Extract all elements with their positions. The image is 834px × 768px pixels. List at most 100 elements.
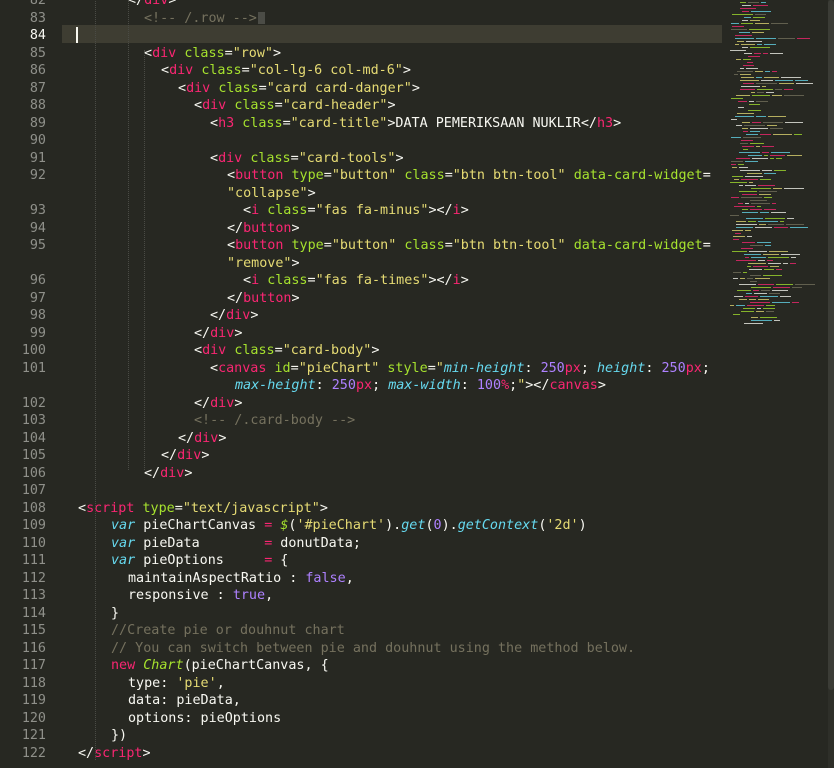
code-line[interactable]: <i class="fas fa-times"></i> [243,272,469,290]
code-line[interactable]: <script type="text/javascript"> [78,500,328,518]
minimap-stroke [764,77,779,78]
minimap-stroke [757,89,773,90]
code-line[interactable]: </div> [194,325,242,343]
code-line[interactable]: <div class="card card-danger"> [178,80,420,98]
code-line[interactable]: <i class="fas fa-minus"></i> [243,202,469,220]
code-line[interactable]: } [111,605,119,623]
minimap-stroke [757,242,771,243]
minimap-stroke [736,260,756,261]
code-line[interactable]: "remove"> [227,255,300,273]
minimap-stroke [745,176,763,177]
code-line[interactable]: <div class="card-header"> [194,97,396,115]
code-line[interactable]: </div> [194,395,242,413]
minimap-stroke [759,224,766,225]
minimap-stroke [732,14,753,15]
minimap-stroke [748,155,762,156]
minimap-stroke [733,236,745,237]
code-token: canvas [218,360,267,376]
code-token: max-width [388,378,461,393]
code-line[interactable]: responsive : true, [128,587,273,605]
code-token: h3 [596,115,614,131]
code-line[interactable]: var pieChartCanvas = $('#pieChart').get(… [111,517,587,535]
code-line[interactable]: </button> [227,220,300,238]
code-line[interactable]: max-height: 250px; max-width: 100%;"></c… [235,377,606,395]
code-token: > [273,45,282,61]
minimap-stroke [772,290,788,291]
code-token: > [291,220,300,236]
minimap-stroke [732,230,743,231]
code-token: = [702,168,711,183]
minimap-stroke [739,191,757,192]
code-line[interactable]: var pieOptions = { [111,552,288,570]
scrollbar-thumb[interactable] [828,0,834,690]
code-token: '#pieChart' [296,518,386,533]
minimap-stroke [770,53,783,54]
code-token: "row" [232,45,273,61]
minimap-stroke [747,278,753,279]
minimap-stroke [750,47,770,48]
code-line[interactable]: </div> [161,447,209,465]
code-area[interactable]: </div> <!-- /.row --> <div class="row"> <di… [0,0,725,768]
code-line[interactable]: <div class="col-lg-6 col-md-6"> [161,62,411,80]
whitespace-marker [257,11,265,24]
code-line[interactable]: <!-- /.row --> [144,10,265,28]
minimap-stroke [766,92,774,93]
code-line[interactable]: <button type="button" class="btn btn-too… [227,237,711,255]
code-line[interactable]: </div> [210,307,258,325]
code-line[interactable]: </div> [128,0,176,10]
minimap-stroke [760,296,778,297]
code-line[interactable]: //Create pie or douhnut chart [111,622,345,640]
code-token: > [613,115,622,131]
code-line[interactable]: <div class="card-body"> [194,342,379,360]
code-line[interactable]: data: pieData, [128,692,241,710]
code-line[interactable]: var pieData = donutData; [111,535,361,553]
code-line[interactable]: new Chart(pieChartCanvas, { [111,657,329,675]
minimap-stroke [791,257,796,258]
code-line[interactable]: type: 'pie', [128,675,225,693]
minimap-stroke [743,59,751,60]
code-line[interactable]: "collapse"> [227,185,316,203]
code-token: var [111,518,136,533]
code-token: '2d' [546,518,579,533]
code-line[interactable]: <!-- /.card-body --> [194,412,355,430]
minimap-stroke [770,158,774,159]
code-line[interactable]: <h3 class="card-title">DATA PEMERIKSAAN … [210,115,621,133]
minimap-stroke [732,251,747,252]
code-editor[interactable]: 82 83 84 85 86 87 88 89 90 91 92 93 94 95 96 97 98 99 100 1… [0,0,834,768]
code-line[interactable]: </button> [227,290,300,308]
minimap-stroke [747,236,752,237]
minimap-stroke [759,191,777,192]
code-line[interactable]: options: pieOptions [128,710,281,728]
code-line[interactable]: maintainAspectRatio : false, [128,570,354,588]
minimap-stroke [753,5,768,6]
code-line[interactable]: // You can switch between pie and douhnu… [111,640,635,658]
code-line[interactable]: </script> [78,745,151,763]
code-token: class [234,98,275,113]
minimap[interactable] [726,0,826,330]
code-token: < [194,98,203,113]
code-token: "card-tools" [298,150,396,166]
minimap-stroke [742,5,751,6]
code-token: </ [161,448,178,463]
code-token: style [387,360,428,376]
code-line[interactable]: </div> [178,430,226,448]
minimap-stroke [768,263,781,264]
minimap-stroke [736,125,742,126]
minimap-stroke [738,164,744,165]
minimap-stroke [750,131,760,132]
code-line[interactable]: <canvas id="pieChart" style="min-height:… [210,360,710,378]
code-line[interactable]: }) [111,727,127,745]
code-line[interactable]: <div class="row"> [144,45,281,63]
vertical-scrollbar[interactable] [828,0,834,768]
code-line[interactable]: <div class="card-tools"> [210,150,404,168]
code-line[interactable]: </div> [144,465,192,483]
minimap-stroke [755,278,770,279]
minimap-stroke [764,197,772,198]
minimap-stroke [739,152,760,153]
minimap-stroke [730,50,746,51]
minimap-stroke [731,29,747,30]
minimap-stroke [747,62,753,63]
code-line[interactable]: <button type="button" class="btn btn-too… [227,167,711,185]
code-token: ) [578,518,587,533]
